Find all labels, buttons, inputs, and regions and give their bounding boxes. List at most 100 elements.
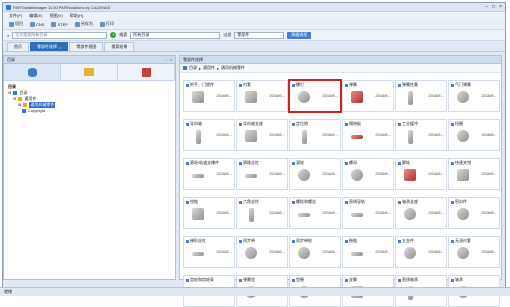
project-button[interactable]: 项目: [7, 20, 25, 28]
panel-close-icon[interactable]: ×: [170, 57, 172, 62]
part-card[interactable]: 同步带 2016/6...: [236, 236, 288, 268]
calendar-tab[interactable]: [118, 64, 175, 80]
part-card[interactable]: 滚轮 2016/6...: [289, 158, 341, 190]
part-card[interactable]: 弹簧 2016/6...: [342, 80, 394, 112]
close-tab-icon[interactable]: ×: [59, 45, 61, 50]
options-button[interactable]: 高级选项: [287, 31, 312, 39]
part-card[interactable]: 五金件 2016/6...: [395, 236, 447, 268]
search-toolbar: ⌕ 全文搜索所有目录 › 搜索 所有目录 过滤 零部件 高级选项: [3, 30, 505, 41]
tab-strip: 首页 零部件选择 × 零部件视图 搜索结果: [3, 41, 505, 52]
part-card[interactable]: 挡圈 2016/6...: [448, 119, 500, 151]
tab-home[interactable]: 首页: [7, 42, 29, 51]
save-as-button[interactable]: 另存为: [73, 20, 95, 28]
part-card[interactable]: 螺栓和螺丝 2016/6...: [289, 197, 341, 229]
database-icon: [27, 67, 37, 77]
breadcrumb-mechanical[interactable]: 通用机械零件: [221, 65, 245, 71]
part-card[interactable]: 把手、门锁件 2016/6...: [183, 80, 235, 112]
folder-icon: [398, 122, 401, 126]
part-card[interactable]: 同步带轮 2016/6...: [289, 236, 341, 268]
part-thumbnail: [404, 169, 416, 181]
part-card[interactable]: 铰链 2016/6...: [183, 197, 235, 229]
part-card[interactable]: 定位销 2016/6...: [289, 119, 341, 151]
part-name: 拖链: [345, 238, 391, 244]
favorites-tab[interactable]: [61, 64, 118, 80]
part-card[interactable]: 隔热板 2016/6...: [342, 119, 394, 151]
part-name: 隔热板: [345, 121, 391, 127]
folder-icon: [239, 239, 242, 243]
filter-select[interactable]: 零部件: [234, 31, 285, 39]
part-name: 六角支柱: [239, 199, 285, 205]
parts-grid: 把手、门锁件 2016/6... 衬套 2016/6... 螺钉 2016/6... 弹簧 2…: [183, 79, 500, 307]
part-card[interactable]: 脚轮 2016/6...: [395, 158, 447, 190]
part-name: 轴承: [451, 277, 497, 283]
filter-label: 过滤: [223, 32, 232, 37]
part-card[interactable]: 梯形丝杠 2016/6...: [183, 236, 235, 268]
cns-button[interactable]: CNS: [28, 21, 46, 28]
folder-icon: [345, 161, 348, 165]
part-card[interactable]: 导向轴支座 2016/6...: [236, 119, 288, 151]
breadcrumb: 目录 ▸ 通用件 ▸ 通用机械零件: [180, 64, 501, 73]
part-name: 五金件: [398, 238, 444, 244]
part-card[interactable]: 六角支柱 2016/6...: [236, 197, 288, 229]
part-name: 气门弹簧: [451, 82, 497, 88]
tree-item-copyright[interactable]: Copyright: [8, 108, 171, 114]
step-button[interactable]: STEP: [49, 21, 69, 28]
menu-help[interactable]: 帮助(H): [70, 13, 84, 19]
part-card[interactable]: 螺钉 2016/6...: [288, 79, 342, 113]
part-name: 滚珠丝杠: [239, 160, 285, 166]
print-button[interactable]: 打印: [98, 20, 116, 28]
collapse-icon[interactable]: ⊟: [13, 96, 16, 102]
part-name: 滚轮/轨道支撑件: [186, 160, 232, 166]
part-card[interactable]: 拖链 2016/6...: [342, 236, 394, 268]
part-card[interactable]: 工业缓冲 2016/6...: [395, 119, 447, 151]
window-title: PARTdataManager 11.00 PARTsolutions by C…: [13, 4, 111, 10]
menu-edit[interactable]: 编辑(E): [29, 13, 42, 19]
part-date: 2016/6...: [481, 93, 497, 98]
breadcrumb-general[interactable]: 通用件: [203, 65, 215, 71]
part-card[interactable]: 气门弹簧 2016/6...: [448, 80, 500, 112]
search-input[interactable]: 全文搜索所有目录: [12, 31, 108, 39]
part-date: 2016/6...: [375, 249, 391, 254]
part-card[interactable]: 快速夹钳 2016/6...: [448, 158, 500, 190]
part-thumbnail: [298, 247, 310, 259]
part-card[interactable]: 密封件 2016/6...: [448, 197, 500, 229]
close-icon[interactable]: ×: [499, 4, 502, 10]
menu-file[interactable]: 文件(F): [9, 13, 22, 19]
part-card[interactable]: 导向轴 2016/6...: [183, 119, 235, 151]
expand-icon[interactable]: ⊞: [18, 102, 21, 108]
tab-part-view[interactable]: 零部件视图: [69, 42, 104, 51]
part-card[interactable]: 滚珠丝杠 2016/6...: [236, 158, 288, 190]
part-date: 2016/6...: [216, 249, 232, 254]
tab-search-results[interactable]: 搜索结果: [104, 42, 135, 51]
part-card[interactable]: 弹簧柱塞 2016/6...: [395, 80, 447, 112]
folder-icon: [186, 239, 189, 243]
folder-icon: [398, 161, 401, 165]
part-card[interactable]: 直线导轨 2016/6...: [342, 197, 394, 229]
folder-icon: [345, 83, 348, 87]
print-icon: [99, 21, 105, 27]
float-icon[interactable]: ▫: [165, 57, 166, 62]
tab-part-selection[interactable]: 零部件选择 ×: [30, 42, 69, 51]
part-card[interactable]: 轴承支座 2016/6...: [395, 197, 447, 229]
part-card[interactable]: 衬套 2016/6...: [236, 80, 288, 112]
part-thumbnail: [245, 91, 257, 103]
calendar-icon: [141, 67, 151, 77]
menu-view[interactable]: 视图(V): [49, 13, 62, 19]
part-card[interactable]: 滚轮/轨道支撑件 2016/6...: [183, 158, 235, 190]
collapse-icon[interactable]: ⊟: [8, 90, 11, 96]
part-date: 2016/6...: [322, 93, 338, 98]
part-name: 脚轮: [398, 160, 444, 166]
search-label[interactable]: 搜索: [119, 32, 127, 38]
part-card[interactable]: 螺母 2016/6...: [342, 158, 394, 190]
database-tab[interactable]: [4, 64, 61, 80]
part-thumbnail: [245, 247, 257, 259]
go-icon[interactable]: ›: [110, 32, 117, 38]
minimize-icon[interactable]: –: [485, 4, 488, 10]
breadcrumb-catalog[interactable]: 目录: [189, 65, 197, 71]
part-thumbnail: [408, 130, 413, 144]
folder-icon: [239, 161, 242, 165]
catalog-select[interactable]: 所有目录: [130, 31, 221, 39]
part-card[interactable]: 无油衬套 2016/6...: [448, 236, 500, 268]
maximize-icon[interactable]: □: [492, 4, 495, 10]
part-thumbnail: [245, 130, 257, 142]
